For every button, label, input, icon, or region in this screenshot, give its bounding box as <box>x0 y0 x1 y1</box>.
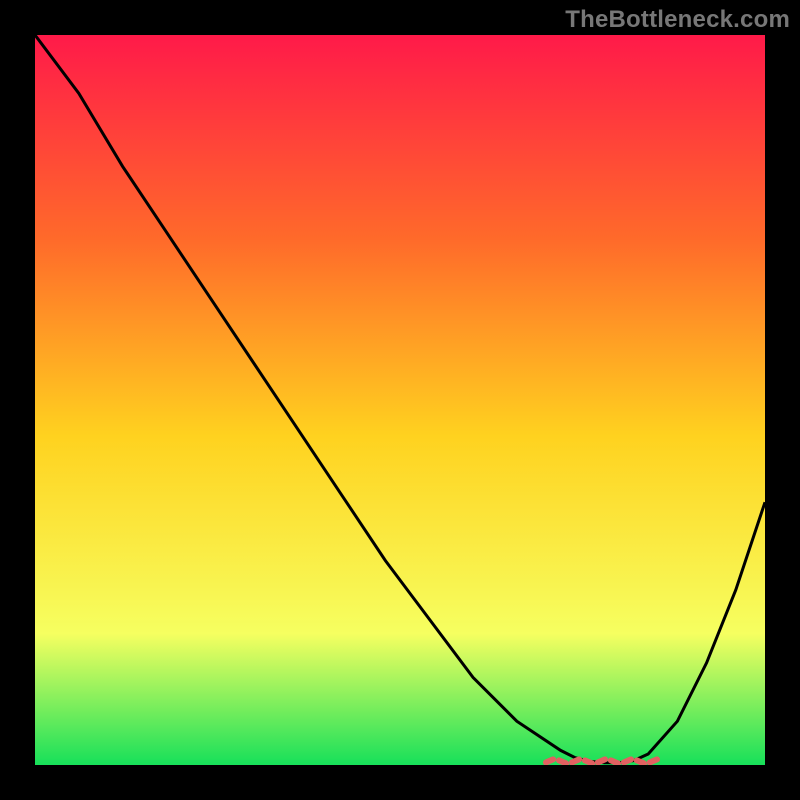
highlight-tick <box>611 760 618 763</box>
highlight-tick <box>572 759 579 762</box>
highlight-tick <box>637 760 644 763</box>
highlight-tick <box>624 759 631 762</box>
bottleneck-chart <box>35 35 765 765</box>
highlight-tick <box>559 760 566 763</box>
highlight-tick <box>650 759 657 762</box>
chart-frame: TheBottleneck.com <box>0 0 800 800</box>
watermark-text: TheBottleneck.com <box>565 6 790 34</box>
optimum-highlight <box>546 759 657 763</box>
plot-area <box>35 35 765 765</box>
highlight-tick <box>598 759 605 762</box>
highlight-tick <box>546 759 553 762</box>
highlight-tick <box>585 760 592 763</box>
gradient-background <box>35 35 765 765</box>
